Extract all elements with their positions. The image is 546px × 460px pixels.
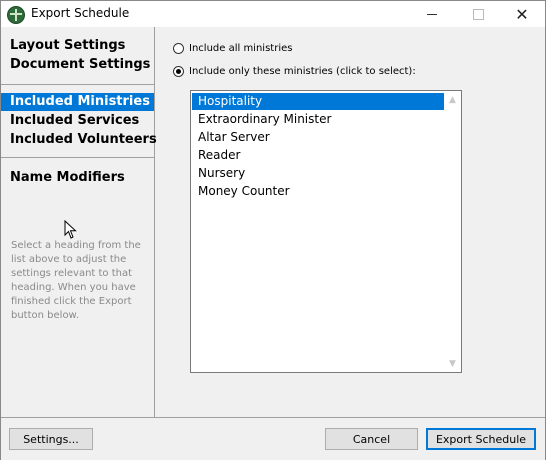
nav-item-layout-settings[interactable]: Layout Settings — [1, 37, 154, 55]
ministries-listbox[interactable]: Hospitality Extraordinary Minister Altar… — [190, 90, 462, 373]
listbox-scrollbar[interactable]: ▲ ▼ — [444, 91, 461, 372]
settings-button[interactable]: Settings... — [9, 428, 93, 450]
settings-nav: Layout Settings Document Settings Includ… — [1, 27, 157, 417]
nav-item-included-ministries[interactable]: Included Ministries — [1, 93, 154, 111]
list-item[interactable]: Extraordinary Minister — [192, 111, 446, 128]
list-item[interactable]: Money Counter — [192, 183, 446, 200]
include-only-radio[interactable] — [173, 66, 184, 77]
app-icon — [7, 6, 25, 24]
include-all-label: Include all ministries — [189, 43, 293, 54]
nav-divider — [1, 157, 154, 158]
list-item[interactable]: Altar Server — [192, 129, 446, 146]
nav-item-included-services[interactable]: Included Services — [1, 112, 154, 130]
title-bar: Export Schedule ✕ — [1, 1, 545, 27]
help-text: Select a heading from the list above to … — [11, 240, 141, 321]
minimize-button[interactable] — [409, 1, 455, 27]
close-icon: ✕ — [515, 4, 529, 24]
nav-item-document-settings[interactable]: Document Settings — [1, 56, 154, 74]
include-all-radio[interactable] — [173, 43, 184, 54]
export-schedule-button[interactable]: Export Schedule — [426, 428, 536, 450]
include-all-option[interactable]: Include all ministries — [173, 43, 292, 54]
maximize-button[interactable] — [455, 1, 501, 27]
scroll-up-icon[interactable]: ▲ — [444, 91, 461, 108]
nav-divider — [1, 84, 154, 85]
ministries-panel: Include all ministries Include only thes… — [155, 27, 545, 417]
list-item[interactable]: Nursery — [192, 165, 446, 182]
scroll-down-icon[interactable]: ▼ — [444, 355, 461, 372]
list-item[interactable]: Hospitality — [192, 93, 446, 110]
include-only-option[interactable]: Include only these ministries (click to … — [173, 66, 416, 77]
nav-item-name-modifiers[interactable]: Name Modifiers — [1, 169, 154, 187]
list-item[interactable]: Reader — [192, 147, 446, 164]
window-title: Export Schedule — [31, 6, 130, 20]
export-schedule-window: Export Schedule ✕ Layout Settings Docume… — [0, 0, 546, 460]
mouse-cursor-icon — [64, 220, 77, 239]
include-only-label: Include only these ministries (click to … — [189, 66, 416, 77]
minimize-icon — [427, 13, 437, 15]
cancel-button[interactable]: Cancel — [325, 428, 418, 450]
maximize-icon — [472, 8, 484, 20]
close-button[interactable]: ✕ — [499, 1, 545, 27]
nav-item-included-volunteers[interactable]: Included Volunteers — [1, 131, 157, 149]
button-bar: Settings... Cancel Export Schedule — [1, 417, 545, 460]
